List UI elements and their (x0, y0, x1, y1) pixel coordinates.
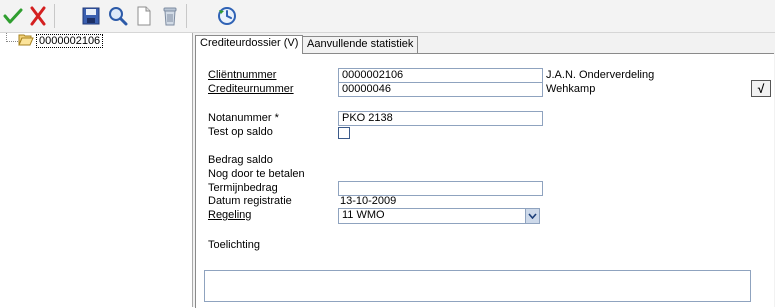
termijnbedrag-field[interactable] (338, 181, 543, 196)
search-magnifier-icon[interactable] (107, 5, 129, 27)
chevron-down-icon[interactable] (525, 209, 539, 223)
crediteurnummer-field[interactable]: 00000046 (338, 82, 543, 97)
test-saldo-label: Test op saldo (208, 126, 273, 138)
refresh-clock-icon[interactable] (216, 5, 238, 27)
tree-connector (6, 41, 18, 42)
tab-crediteurdossier[interactable]: Crediteurdossier (V) (195, 35, 304, 54)
crediteurnummer-label[interactable]: Crediteurnummer (208, 83, 294, 96)
toelichting-label: Toelichting (208, 239, 260, 251)
tab-aanvullende-statistiek[interactable]: Aanvullende statistiek (302, 36, 419, 53)
cancel-x-icon[interactable] (27, 5, 49, 27)
clientnummer-field[interactable]: 0000002106 (338, 68, 543, 83)
toolbar-separator (186, 4, 187, 28)
confirm-check-icon[interactable] (2, 5, 24, 27)
toelichting-textarea[interactable] (204, 270, 751, 302)
nog-betalen-label: Nog door te betalen (208, 168, 305, 180)
clientnummer-label[interactable]: Cliëntnummer (208, 69, 276, 82)
detail-area: Crediteurdossier (V) Aanvullende statist… (193, 33, 775, 308)
confirm-button[interactable]: √ (751, 80, 771, 97)
toolbar-separator (54, 4, 55, 28)
regeling-select[interactable]: 11 WMO (338, 208, 540, 224)
tree-panel: 0000002106 (0, 33, 193, 307)
folder-open-icon (18, 33, 34, 49)
bedrag-saldo-label: Bedrag saldo (208, 154, 273, 166)
crediteur-name-text: Wehkamp (546, 83, 596, 95)
client-name-text: J.A.N. Onderverdeling (546, 69, 655, 81)
regeling-label[interactable]: Regeling (208, 209, 251, 222)
notanummer-label: Notanummer * (208, 112, 279, 124)
datum-registratie-value: 13-10-2009 (340, 195, 397, 207)
tree-node[interactable]: 0000002106 (18, 33, 104, 49)
test-saldo-checkbox[interactable] (338, 127, 350, 139)
datum-registratie-label: Datum registratie (208, 195, 292, 207)
regeling-selected-value: 11 WMO (342, 209, 385, 221)
tree-node-label[interactable]: 0000002106 (36, 34, 104, 48)
toolbar (0, 0, 775, 33)
new-document-icon[interactable] (133, 5, 155, 27)
tab-panel: Cliëntnummer 0000002106 J.A.N. Onderverd… (195, 53, 774, 308)
save-disk-icon[interactable] (80, 5, 102, 27)
termijnbedrag-label: Termijnbedrag (208, 182, 278, 194)
notanummer-field[interactable]: PKO 2138 (338, 111, 543, 126)
delete-trash-icon[interactable] (159, 5, 181, 27)
